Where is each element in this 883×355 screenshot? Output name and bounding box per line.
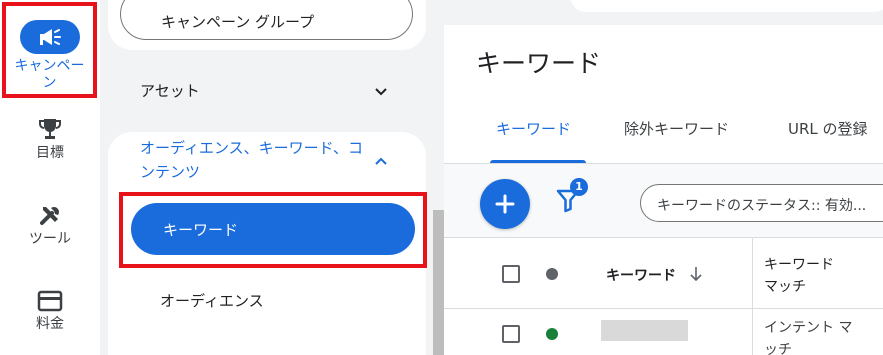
match-type-column-header[interactable]: キーワード マッチ — [764, 254, 874, 298]
subnav-item-keywords[interactable]: キーワード — [131, 203, 415, 255]
add-keyword-button[interactable] — [480, 179, 530, 229]
top-strip — [444, 0, 883, 25]
tab-negative-keywords[interactable]: 除外キーワード — [624, 118, 729, 139]
megaphone-icon — [19, 20, 80, 54]
rail-item-billing[interactable]: 料金 — [0, 287, 100, 334]
rail-item-label: キャンペー ン — [14, 58, 85, 91]
chevron-down-icon[interactable] — [374, 85, 388, 99]
chevron-up-icon[interactable] — [374, 154, 388, 168]
page-title: キーワード — [476, 49, 602, 78]
left-nav-rail: キャンペー ン 目標 ツール 料金 — [0, 0, 100, 355]
keyword-column-header[interactable]: キーワード — [606, 265, 676, 285]
match-type-cell: インテント マ ッチ — [764, 320, 853, 355]
plus-icon — [495, 194, 515, 214]
subnav-assets-row[interactable]: アセット — [140, 80, 200, 101]
assets-label: アセット — [140, 82, 200, 100]
campaign-subnav: キャンペーン グループ アセット オーディエンス、キーワード、コンテンツ キーワ… — [100, 0, 444, 355]
tools-icon — [0, 200, 100, 230]
filter-count-badge: 1 — [570, 178, 588, 196]
keywords-table: キーワード キーワード マッチ インテント マ ッチ — [444, 237, 883, 355]
trophy-icon — [0, 114, 100, 144]
campaign-group-button[interactable]: キャンペーン グループ — [120, 0, 413, 40]
subnav-scrollbar[interactable] — [433, 210, 444, 355]
select-all-checkbox[interactable] — [502, 265, 520, 283]
rail-item-goals[interactable]: 目標 — [0, 114, 100, 163]
rail-item-campaigns[interactable]: キャンペー ン — [2, 2, 97, 98]
rail-item-label: 目標 — [36, 145, 64, 161]
table-toolbar: 1 キーワードのステータス:: 有効... — [444, 164, 883, 237]
row-checkbox[interactable] — [502, 325, 520, 343]
tab-keywords[interactable]: キーワード — [496, 118, 571, 139]
status-column-dot — [546, 268, 558, 280]
tab-url-registration[interactable]: URL の登録 — [788, 118, 868, 139]
credit-card-icon — [0, 287, 100, 315]
top-strip-card — [570, 0, 883, 12]
subnav-section-card: オーディエンス、キーワード、コンテンツ キーワード オーディエンス — [108, 132, 427, 355]
rail-item-tools[interactable]: ツール — [0, 200, 100, 249]
column-separator — [752, 237, 753, 355]
subnav-item-audiences[interactable]: オーディエンス — [160, 290, 264, 311]
sort-arrow-down-icon[interactable] — [690, 266, 702, 282]
rail-item-label: ツール — [29, 231, 71, 247]
status-filter-chip[interactable]: キーワードのステータス:: 有効... — [640, 184, 883, 222]
table-header-row: キーワード キーワード マッチ — [444, 237, 883, 309]
main-content: キーワード キーワード 除外キーワード URL の登録 1 キーワードのステータ… — [444, 0, 883, 355]
section-title[interactable]: オーディエンス、キーワード、コンテンツ — [140, 136, 370, 184]
status-enabled-dot — [546, 328, 558, 340]
keywords-highlight-frame: キーワード — [119, 192, 427, 268]
rail-item-label: 料金 — [36, 316, 64, 332]
redacted-keyword — [601, 320, 688, 341]
